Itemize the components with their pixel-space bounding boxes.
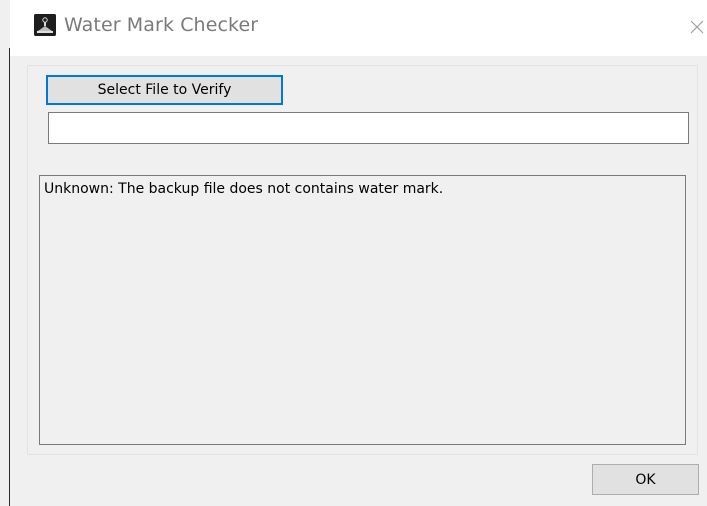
watermark-app-icon [34,14,56,36]
ok-button[interactable]: OK [592,464,699,495]
window-title: Water Mark Checker [64,14,259,36]
title-bar[interactable]: Water Mark Checker [10,0,707,56]
dialog-window: Water Mark Checker Select File to Verify… [0,0,707,506]
close-icon[interactable] [682,12,707,42]
select-file-button[interactable]: Select File to Verify [46,75,283,105]
window-edge [9,48,10,506]
result-text-area[interactable]: Unknown: The backup file does not contai… [39,175,686,445]
file-path-field[interactable] [48,112,689,144]
